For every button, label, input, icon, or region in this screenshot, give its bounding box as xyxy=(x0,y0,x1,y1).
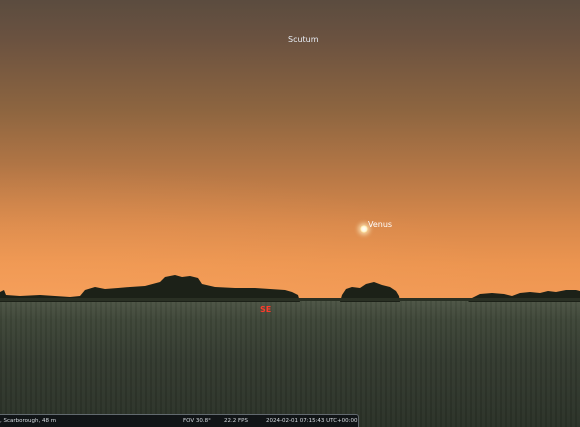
horizon-line xyxy=(0,298,580,301)
fps-readout: 22.2 FPS xyxy=(224,418,248,424)
sky-view[interactable]: Scutum Venus SE , Scarborough, 48 m FOV … xyxy=(0,0,580,427)
planet-label[interactable]: Venus xyxy=(368,220,392,229)
location-readout[interactable]: , Scarborough, 48 m xyxy=(0,415,56,427)
treeline-left xyxy=(0,275,300,302)
fov-readout[interactable]: FOV 30.8° xyxy=(183,415,211,427)
ground-texture xyxy=(0,300,580,427)
constellation-label[interactable]: Scutum xyxy=(288,35,319,44)
venus-planet[interactable] xyxy=(360,225,368,233)
horizon-silhouette xyxy=(0,275,580,302)
cardinal-direction-label: SE xyxy=(260,305,272,314)
datetime-readout[interactable]: 2024-02-01 07:15:43 UTC+00:00 xyxy=(266,415,358,427)
status-bar: , Scarborough, 48 m FOV 30.8° 22.2 FPS 2… xyxy=(0,414,359,427)
